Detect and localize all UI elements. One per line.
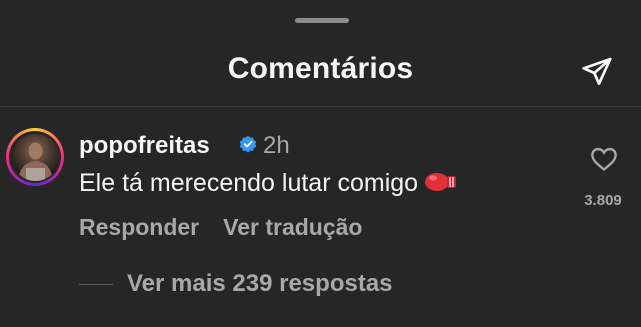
boxing-glove-icon bbox=[425, 173, 457, 191]
like-count: 3.809 bbox=[584, 192, 622, 209]
share-button[interactable] bbox=[580, 54, 614, 88]
paper-plane-icon bbox=[582, 57, 612, 85]
person-icon bbox=[17, 142, 53, 181]
avatar-story-ring[interactable] bbox=[6, 128, 64, 186]
header: Comentários bbox=[0, 44, 641, 96]
avatar bbox=[11, 133, 59, 181]
comments-sheet: Comentários popofreitas 2h Ele tá merece… bbox=[0, 0, 641, 327]
comment-item: popofreitas 2h Ele tá merecendo lutar co… bbox=[0, 118, 641, 258]
replies-line bbox=[79, 284, 113, 285]
page-title: Comentários bbox=[227, 52, 414, 85]
header-divider bbox=[0, 106, 641, 107]
see-translation-button[interactable]: Ver tradução bbox=[223, 214, 362, 240]
view-more-replies-button[interactable]: Ver mais 239 respostas bbox=[127, 270, 393, 298]
reply-button[interactable]: Responder bbox=[79, 214, 199, 240]
heart-icon bbox=[591, 147, 617, 171]
comment-timestamp: 2h bbox=[263, 132, 290, 159]
like-button[interactable] bbox=[590, 146, 618, 172]
sheet-grabber[interactable] bbox=[295, 18, 349, 23]
verified-badge-icon bbox=[239, 135, 257, 153]
comment-actions: Responder Ver tradução bbox=[79, 214, 362, 241]
comment-text: Ele tá merecendo lutar comigo bbox=[79, 169, 419, 197]
comment-text-row: Ele tá merecendo lutar comigo bbox=[79, 169, 458, 198]
comment-username[interactable]: popofreitas bbox=[79, 132, 210, 160]
